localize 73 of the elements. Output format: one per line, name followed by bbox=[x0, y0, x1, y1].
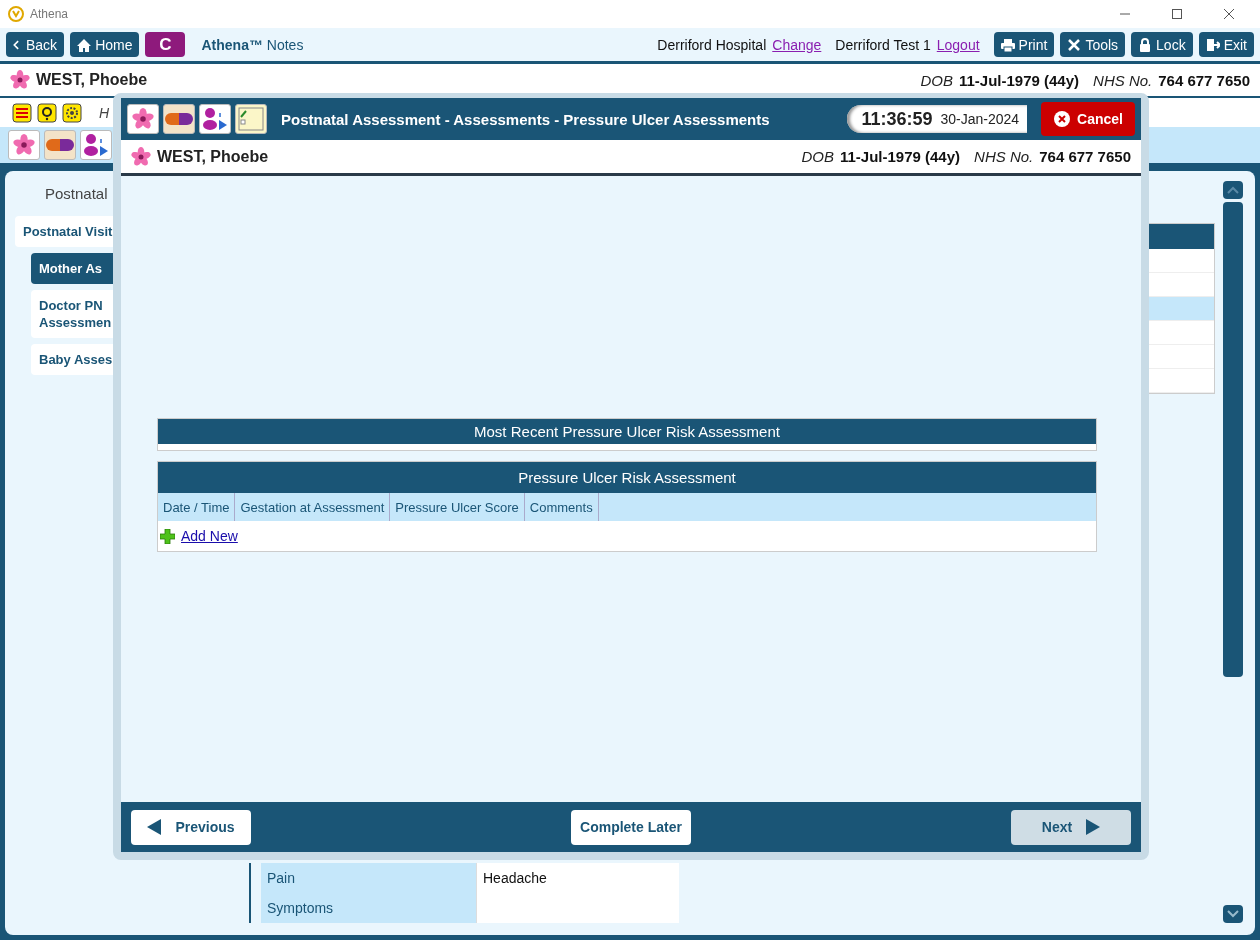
alert-text: H bbox=[99, 104, 110, 121]
medication-button[interactable] bbox=[163, 104, 195, 134]
notes-button[interactable] bbox=[235, 104, 267, 134]
scroll-up-icon[interactable] bbox=[1223, 181, 1243, 199]
left-triangle-icon bbox=[147, 819, 162, 835]
lock-button[interactable]: Lock bbox=[1131, 32, 1193, 57]
capsule-icon bbox=[165, 113, 193, 125]
home-icon bbox=[77, 37, 92, 52]
scroll-down-icon[interactable] bbox=[1223, 905, 1243, 923]
nhs-value: 764 677 7650 bbox=[1039, 148, 1131, 165]
logout-link[interactable]: Logout bbox=[936, 36, 980, 53]
printer-icon bbox=[1000, 37, 1015, 52]
tools-button[interactable]: Tools bbox=[1060, 32, 1126, 57]
help-icon bbox=[37, 102, 57, 123]
scrollbar-thumb[interactable] bbox=[1223, 202, 1243, 677]
flower-icon bbox=[10, 70, 30, 90]
home-button[interactable]: Home bbox=[70, 32, 140, 57]
table-title: Pressure Ulcer Risk Assessment bbox=[158, 462, 1096, 493]
window-title: Athena bbox=[30, 7, 70, 21]
baby-button[interactable] bbox=[199, 104, 231, 134]
detail-label: Symptoms bbox=[261, 893, 476, 923]
close-circle-icon bbox=[1053, 110, 1072, 128]
column-header: Date / Time bbox=[158, 493, 236, 521]
notepad-icon bbox=[238, 107, 264, 131]
panel-title: Most Recent Pressure Ulcer Risk Assessment bbox=[158, 419, 1096, 444]
app-name: Athena™ Notes bbox=[201, 36, 304, 53]
patient-button[interactable] bbox=[8, 130, 40, 160]
gear-icon bbox=[62, 102, 82, 123]
exit-button[interactable]: Exit bbox=[1198, 32, 1254, 57]
person-arrow-icon bbox=[202, 107, 228, 131]
right-triangle-icon bbox=[1086, 819, 1101, 835]
hospital-name: Derriford Hospital bbox=[657, 36, 767, 53]
person-arrow-icon bbox=[83, 133, 109, 157]
patient-name: WEST, Phoebe bbox=[157, 147, 270, 166]
profile-button[interactable]: C bbox=[145, 32, 186, 57]
column-header: Comments bbox=[524, 493, 599, 521]
lock-icon bbox=[1138, 37, 1153, 52]
change-link[interactable]: Change bbox=[772, 36, 822, 53]
detail-value: Headache bbox=[476, 863, 679, 893]
hand-alert-icon bbox=[12, 102, 32, 123]
flower-icon bbox=[131, 146, 151, 167]
baby-button[interactable] bbox=[80, 130, 112, 160]
dob-label: DOB bbox=[920, 71, 953, 89]
patient-button[interactable] bbox=[127, 104, 159, 134]
column-header: Pressure Ulcer Score bbox=[390, 493, 525, 521]
app-logo-icon bbox=[8, 6, 24, 22]
user-name: Derriford Test 1 bbox=[835, 36, 931, 53]
dob-value: 11-Jul-1979 (44y) bbox=[958, 71, 1080, 89]
cancel-button[interactable]: Cancel bbox=[1041, 102, 1135, 136]
clock-time: 11:36:59 bbox=[861, 108, 933, 130]
clock-date: 30-Jan-2024 bbox=[940, 111, 1020, 127]
back-button[interactable]: Back bbox=[6, 32, 65, 57]
print-button[interactable]: Print bbox=[993, 32, 1055, 57]
medication-button[interactable] bbox=[44, 130, 76, 160]
nhs-value: 764 677 7650 bbox=[1158, 71, 1250, 89]
flower-icon bbox=[132, 108, 154, 130]
nhs-label: NHS No. bbox=[974, 148, 1034, 165]
add-new-link[interactable]: Add New bbox=[181, 528, 238, 544]
tools-icon bbox=[1067, 37, 1082, 52]
nhs-label: NHS No. bbox=[1093, 71, 1153, 89]
dialog-title: Postnatal Assessment - Assessments - Pressure Ulcer Assessments bbox=[281, 110, 771, 128]
exit-door-icon bbox=[1205, 37, 1220, 52]
flower-icon bbox=[13, 134, 35, 156]
column-header: Gestation at Assessment bbox=[235, 493, 391, 521]
nav-heading: Postnatal bbox=[44, 185, 109, 202]
capsule-icon bbox=[46, 139, 74, 151]
complete-later-button[interactable]: Complete Later bbox=[571, 809, 691, 845]
patient-name: WEST, Phoebe bbox=[36, 71, 149, 89]
previous-button[interactable]: Previous bbox=[131, 809, 251, 845]
dob-value: 11-Jul-1979 (44y) bbox=[839, 148, 961, 165]
plus-icon bbox=[160, 528, 175, 544]
detail-label: Pain bbox=[261, 863, 476, 893]
dob-label: DOB bbox=[801, 148, 834, 165]
